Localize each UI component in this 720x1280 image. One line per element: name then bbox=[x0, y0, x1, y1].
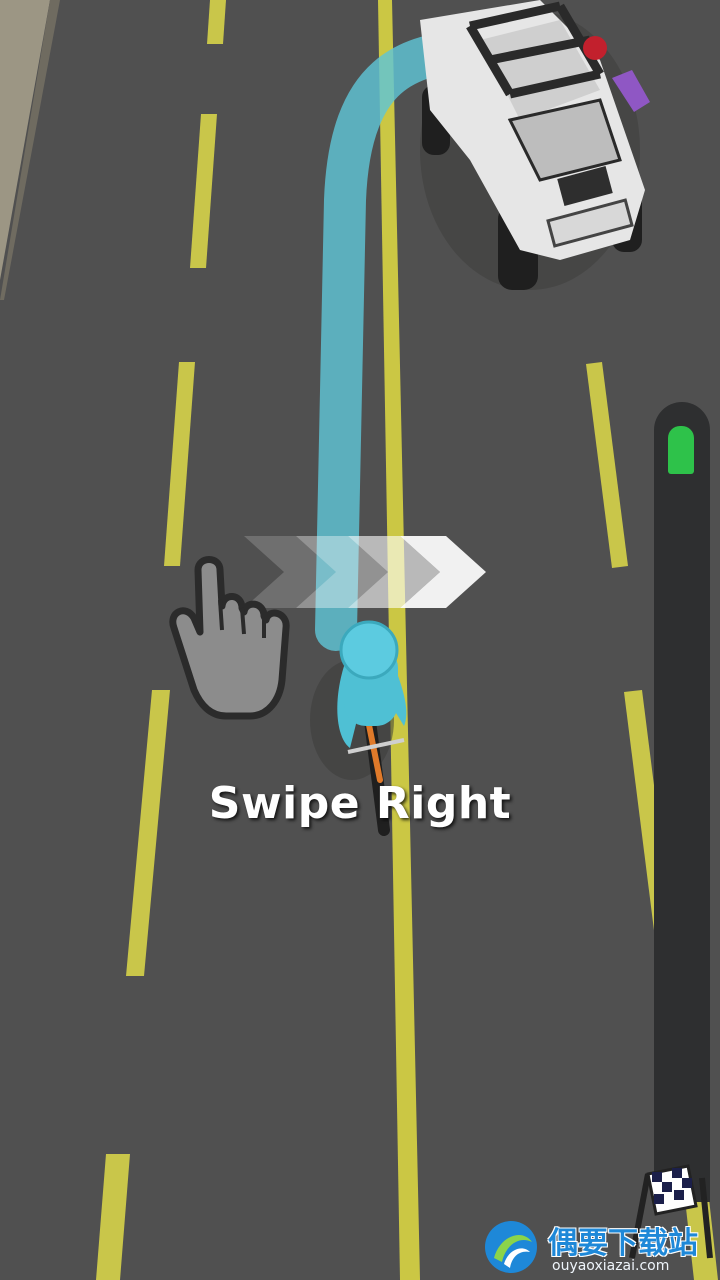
watermark-name: 偶要下载站 bbox=[548, 1226, 698, 1261]
instruction-text: Swipe Right bbox=[208, 778, 512, 829]
watermark-url: ouyaoxiazai.com bbox=[552, 1258, 670, 1274]
watermark: 偶要下载站 ouyaoxiazai.com bbox=[478, 1214, 720, 1280]
game-scene[interactable] bbox=[0, 0, 720, 1280]
progress-marker bbox=[668, 426, 694, 474]
level-progress-bar bbox=[654, 402, 710, 1202]
watermark-logo-icon bbox=[485, 1221, 537, 1273]
